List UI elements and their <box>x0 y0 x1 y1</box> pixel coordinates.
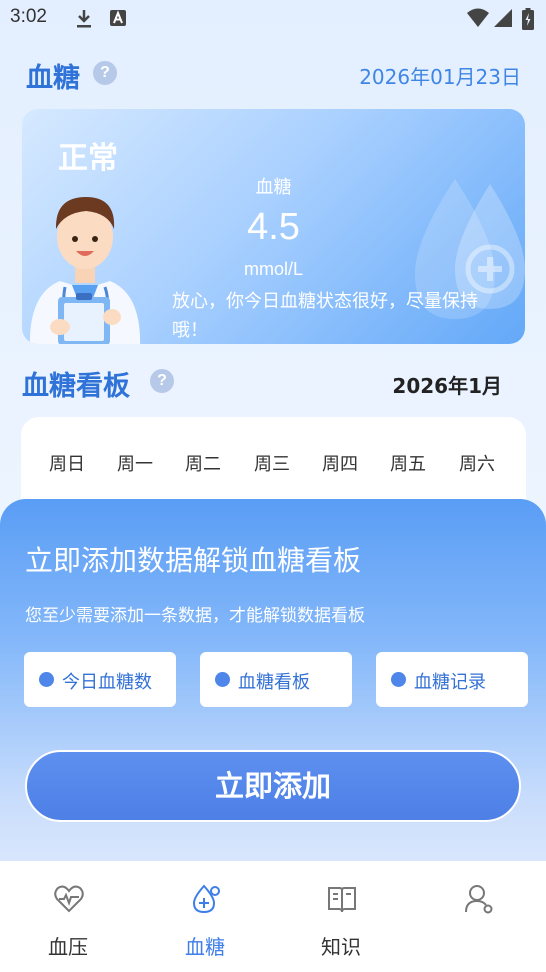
nav-label: 知识 <box>321 935 361 959</box>
feature-glucose-records: 血糖记录 <box>376 652 528 707</box>
nav-item-profile[interactable] <box>418 861 538 972</box>
wifi-icon <box>467 8 489 27</box>
unlock-title: 立即添加数据解锁血糖看板 <box>25 544 362 577</box>
add-now-button[interactable]: 立即添加 <box>25 750 521 822</box>
unlock-subtitle: 您至少需要添加一条数据，才能解锁数据看板 <box>25 606 365 626</box>
weekday-fri: 周五 <box>390 454 426 475</box>
feature-daily-glucose: 今日血糖数 <box>24 652 176 707</box>
board-month[interactable]: 2026年1月 <box>392 370 502 399</box>
font-icon <box>110 10 126 26</box>
glucose-value: 4.5 <box>247 206 300 248</box>
weekday-tue: 周二 <box>185 454 221 475</box>
board-title: 血糖看板 <box>22 371 130 402</box>
weekday-wed: 周三 <box>254 454 290 475</box>
blood-drop-plus-icon <box>192 884 220 914</box>
feature-label: 血糖记录 <box>414 672 486 693</box>
status-bar: 3:02 <box>0 0 546 38</box>
battery-icon <box>522 8 534 30</box>
bullet-dot-icon <box>39 672 54 687</box>
feature-glucose-board: 血糖看板 <box>200 652 352 707</box>
download-icon <box>77 10 91 28</box>
user-icon <box>465 885 493 914</box>
glucose-unit: mmol/L <box>243 259 303 279</box>
nav-item-knowledge[interactable]: 知识 <box>281 861 401 972</box>
weekday-sun: 周日 <box>49 454 85 475</box>
weekday-sat: 周六 <box>459 454 495 475</box>
unlock-sheet: 立即添加数据解锁血糖看板 您至少需要添加一条数据，才能解锁数据看板 今日血糖数 … <box>0 499 546 869</box>
weekday-mon: 周一 <box>117 454 153 475</box>
feature-label: 血糖看板 <box>238 672 310 693</box>
weekday-thu: 周四 <box>322 454 358 475</box>
nav-label: 血压 <box>48 935 88 959</box>
help-icon[interactable]: ? <box>93 61 117 85</box>
status-card: 正常 血糖 4.5 mmol/L 放心，你今日血糖状态很好，尽量保持哦！ <box>22 109 525 344</box>
bottom-nav: 血压 血糖 知识 <box>0 861 546 972</box>
page-title: 血糖 <box>26 63 80 94</box>
board-help-icon[interactable]: ? <box>150 369 174 393</box>
status-message: 放心，你今日血糖状态很好，尽量保持哦！ <box>172 291 478 341</box>
status-label: 正常 <box>58 141 118 176</box>
metric-name: 血糖 <box>255 177 292 198</box>
nav-label: 血糖 <box>185 935 225 959</box>
nav-item-blood-glucose[interactable]: 血糖 <box>145 861 265 972</box>
heart-pulse-icon <box>54 885 84 913</box>
bullet-dot-icon <box>215 672 230 687</box>
status-time: 3:02 <box>10 6 47 27</box>
bullet-dot-icon <box>391 672 406 687</box>
header-date[interactable]: 2026年01月23日 <box>359 61 521 90</box>
feature-label: 今日血糖数 <box>62 672 152 693</box>
book-icon <box>328 887 356 913</box>
signal-icon <box>494 9 512 27</box>
nav-item-blood-pressure[interactable]: 血压 <box>8 861 128 972</box>
